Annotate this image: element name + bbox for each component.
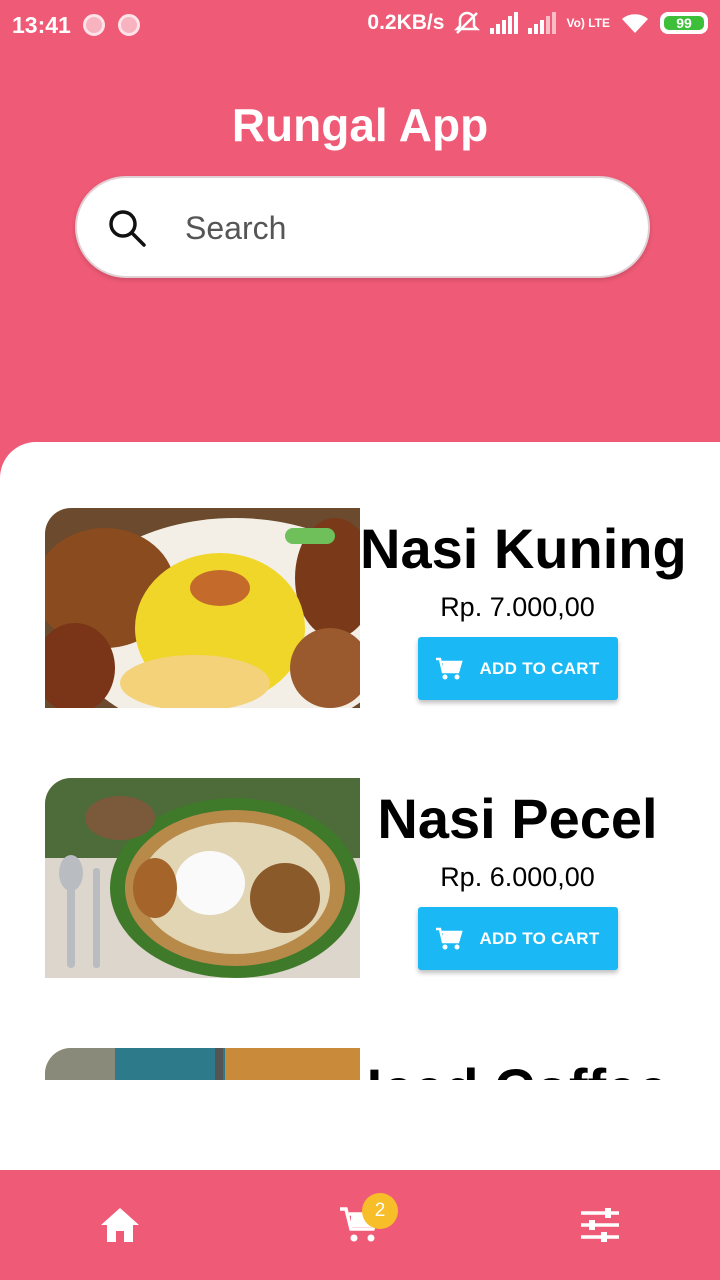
product-price: Rp. 6.000,00 <box>440 862 595 892</box>
app-title: Rungal App <box>231 99 489 151</box>
product-list[interactable]: Nasi Kuning Rp. 7.000,00 ADD TO CART Nas… <box>0 442 720 1080</box>
add-to-cart-button[interactable]: ADD TO CART <box>417 637 618 700</box>
search-icon <box>109 210 146 247</box>
product-item[interactable]: Nasi Pecel Rp. 6.000,00 ADD TO CART <box>45 778 685 978</box>
home-icon <box>101 1208 139 1242</box>
cart-count-badge: 2 <box>362 1193 398 1229</box>
signal-icon <box>528 12 557 34</box>
content-panel: Nasi Kuning Rp. 7.000,00 ADD TO CART Nas… <box>0 442 720 1170</box>
search-input[interactable] <box>185 206 615 250</box>
product-item[interactable]: Nasi Kuning Rp. 7.000,00 ADD TO CART <box>45 508 687 708</box>
product-info: Iced Coffee <box>360 1048 675 1080</box>
cart-icon <box>436 927 464 949</box>
lte-indicator: Vo) LTE <box>566 15 610 30</box>
product-info: Nasi Pecel Rp. 6.000,00 ADD TO CART <box>360 778 675 970</box>
status-time: 13:41 <box>12 12 71 38</box>
network-speed: 0.2KB/s <box>367 11 445 34</box>
status-bar: 13:41 0.2KB/s Vo) LTE 99 <box>0 0 720 52</box>
product-name: Nasi Kuning <box>360 517 687 580</box>
product-item[interactable]: Iced Coffee <box>45 1048 685 1080</box>
notification-dot-icon <box>83 14 105 36</box>
mute-icon <box>454 11 481 34</box>
add-to-cart-button[interactable]: ADD TO CART <box>417 907 618 970</box>
wifi-icon <box>622 14 648 34</box>
add-to-cart-label: ADD TO CART <box>479 928 600 948</box>
settings-icon <box>581 1208 619 1242</box>
nav-home-button[interactable] <box>90 1200 150 1250</box>
notification-dot-icon <box>118 14 140 36</box>
product-info: Nasi Kuning Rp. 7.000,00 ADD TO CART <box>360 508 687 700</box>
bottom-navigation: 2 <box>0 1170 720 1280</box>
product-image <box>45 508 360 708</box>
nav-settings-button[interactable] <box>570 1200 630 1250</box>
status-indicators: 0.2KB/s Vo) LTE 99 <box>367 10 708 36</box>
battery-icon: 99 <box>660 12 708 34</box>
search-bar[interactable] <box>75 176 650 278</box>
product-price: Rp. 7.000,00 <box>440 592 595 622</box>
product-name: Iced Coffee <box>360 1056 675 1080</box>
product-image <box>45 778 360 978</box>
cart-icon <box>436 657 464 679</box>
product-image <box>45 1048 360 1080</box>
product-name: Nasi Pecel <box>377 787 658 850</box>
signal-icon <box>490 12 519 34</box>
add-to-cart-label: ADD TO CART <box>479 658 600 678</box>
